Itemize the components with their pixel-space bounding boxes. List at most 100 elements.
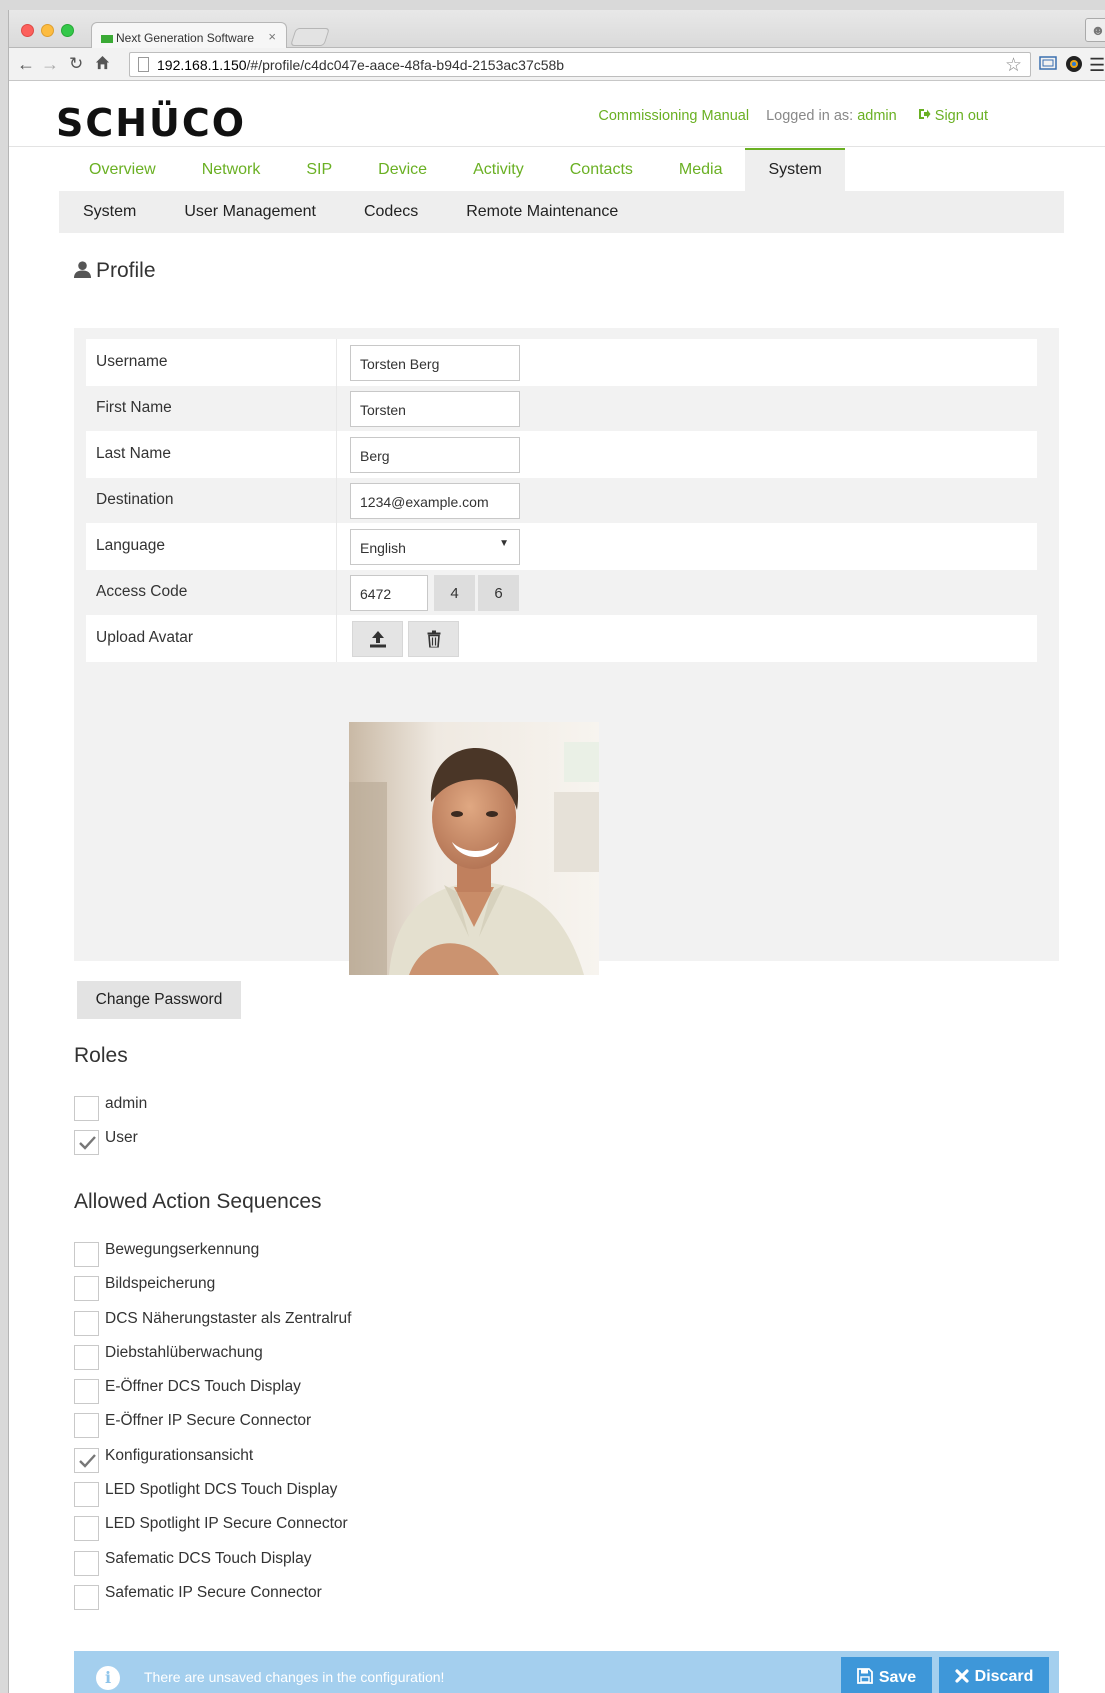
header-links: Commissioning Manual Logged in as: admin…	[598, 108, 988, 124]
commissioning-manual-link[interactable]: Commissioning Manual	[598, 108, 749, 124]
info-icon: i	[96, 1666, 120, 1690]
logged-in-user[interactable]: admin	[857, 108, 897, 124]
address-bar[interactable]: 192.168.1.150/#/profile/c4dc047e-aace-48…	[129, 52, 1031, 77]
subtab-system[interactable]: System	[59, 191, 160, 233]
new-tab-button[interactable]	[290, 28, 330, 46]
tab-overview[interactable]: Overview	[66, 148, 179, 191]
role-user-label: User	[105, 1129, 138, 1147]
browser-toolbar: ← → ↻ 192.168.1.150/#/profile/c4dc047e-a…	[9, 48, 1105, 81]
logged-in-label: Logged in as:	[766, 108, 854, 124]
username-label: Username	[96, 353, 168, 370]
language-row: Language English ▼	[86, 523, 1037, 570]
discard-button[interactable]: Discard	[939, 1657, 1049, 1693]
action-sequence-checkbox[interactable]	[74, 1482, 99, 1508]
last-name-input[interactable]: Berg	[350, 437, 520, 473]
browser-profile-icon[interactable]: ☻	[1085, 18, 1105, 42]
action-sequence-checkbox[interactable]	[74, 1413, 99, 1439]
discard-label: Discard	[974, 1668, 1034, 1685]
trash-icon	[427, 630, 440, 648]
reload-icon[interactable]: ↻	[69, 54, 83, 74]
delete-avatar-button[interactable]	[408, 621, 459, 657]
tab-system[interactable]: System	[745, 148, 845, 191]
change-password-button[interactable]: Change Password	[77, 981, 241, 1019]
close-window-button[interactable]	[21, 24, 34, 37]
subtab-user-management[interactable]: User Management	[160, 191, 340, 233]
action-sequence-label: Safematic DCS Touch Display	[105, 1549, 312, 1567]
maximize-window-button[interactable]	[61, 24, 74, 37]
action-sequence-checkbox[interactable]	[74, 1344, 99, 1370]
last-name-row: Last Name Berg	[86, 431, 1037, 478]
url-path: /#/profile/c4dc047e-aace-48fa-b94d-2153a…	[246, 57, 565, 73]
browser-tabbar: Next Generation Software × ☻	[9, 10, 1105, 49]
cast-icon[interactable]	[1039, 55, 1057, 76]
action-sequence-checkbox[interactable]	[74, 1276, 99, 1302]
tab-activity[interactable]: Activity	[450, 148, 547, 191]
row-divider	[336, 385, 337, 432]
action-sequence-checkbox[interactable]	[74, 1550, 99, 1576]
close-icon	[955, 1669, 969, 1683]
subtab-remote-maintenance[interactable]: Remote Maintenance	[442, 191, 642, 233]
menu-icon[interactable]: ☰	[1089, 55, 1105, 76]
role-admin-checkbox[interactable]	[74, 1096, 99, 1121]
first-name-row: First Name Torsten	[86, 385, 1037, 432]
language-select[interactable]: English ▼	[350, 529, 520, 565]
first-name-label: First Name	[96, 399, 172, 416]
checkmark-icon	[79, 1453, 96, 1468]
unsaved-changes-bar: i There are unsaved changes in the confi…	[74, 1651, 1059, 1693]
save-label: Save	[878, 1669, 917, 1686]
roles-heading: Roles	[74, 1044, 128, 1067]
access-code-input[interactable]: 6472	[350, 575, 428, 611]
action-sequence-label: E-Öffner IP Secure Connector	[105, 1412, 312, 1430]
role-user-checkbox[interactable]	[74, 1130, 99, 1156]
upload-avatar-label: Upload Avatar	[96, 629, 194, 646]
upload-avatar-button[interactable]	[352, 621, 403, 657]
tab-media[interactable]: Media	[656, 148, 746, 191]
caret-down-icon: ▼	[499, 538, 509, 549]
action-sequence-checkbox[interactable]	[74, 1584, 99, 1610]
action-sequences-heading: Allowed Action Sequences	[74, 1190, 322, 1213]
action-sequence-checkbox[interactable]	[74, 1310, 99, 1336]
tab-sip[interactable]: SIP	[283, 148, 355, 191]
user-icon	[73, 261, 92, 279]
page-title: Profile	[73, 259, 156, 283]
first-name-input[interactable]: Torsten	[350, 391, 520, 427]
save-icon	[856, 1668, 873, 1684]
logo-text: SCHÜCO	[56, 101, 246, 142]
access-code-row: Access Code 6472 4 6	[86, 569, 1037, 616]
action-sequence-label: DCS Näherungstaster als Zentralruf	[105, 1309, 352, 1327]
action-sequence-checkbox[interactable]	[74, 1447, 99, 1473]
row-divider	[336, 339, 337, 386]
sign-out-link[interactable]: Sign out	[918, 108, 988, 124]
action-sequence-label: LED Spotlight DCS Touch Display	[105, 1481, 338, 1499]
avatar-image	[349, 722, 599, 975]
destination-row: Destination 1234@example.com	[86, 477, 1037, 524]
access-code-length-4-button[interactable]: 4	[434, 575, 475, 611]
home-icon[interactable]	[95, 54, 110, 74]
forward-arrow-icon[interactable]: →	[41, 54, 59, 74]
address-url[interactable]: 192.168.1.150/#/profile/c4dc047e-aace-48…	[157, 57, 564, 73]
username-input[interactable]: Torsten Berg	[350, 345, 520, 381]
action-sequence-checkbox[interactable]	[74, 1379, 99, 1405]
subtab-codecs[interactable]: Codecs	[340, 191, 442, 233]
tab-close-icon[interactable]: ×	[268, 29, 276, 44]
row-divider	[336, 615, 337, 662]
access-code-length-6-button[interactable]: 6	[478, 575, 519, 611]
bookmark-star-icon[interactable]: ☆	[1005, 54, 1022, 77]
minimize-window-button[interactable]	[41, 24, 54, 37]
browser-tab[interactable]: Next Generation Software ×	[91, 22, 287, 49]
row-divider	[336, 477, 337, 524]
destination-input[interactable]: 1234@example.com	[350, 483, 520, 519]
back-arrow-icon[interactable]: ←	[17, 54, 35, 74]
save-button[interactable]: Save	[841, 1657, 932, 1693]
tab-network[interactable]: Network	[179, 148, 284, 191]
extension-icon[interactable]	[1065, 55, 1083, 78]
action-sequence-checkbox[interactable]	[74, 1242, 99, 1267]
action-sequence-checkbox[interactable]	[74, 1516, 99, 1542]
checkmark-icon	[79, 1136, 96, 1151]
action-sequence-label: Diebstahlüberwachung	[105, 1343, 263, 1361]
action-sequence-label: E-Öffner DCS Touch Display	[105, 1378, 301, 1396]
profile-form: Username Torsten Berg First Name Torsten…	[74, 328, 1059, 975]
tab-device[interactable]: Device	[355, 148, 450, 191]
browser-tab-title: Next Generation Software	[116, 31, 255, 45]
tab-contacts[interactable]: Contacts	[547, 148, 656, 191]
